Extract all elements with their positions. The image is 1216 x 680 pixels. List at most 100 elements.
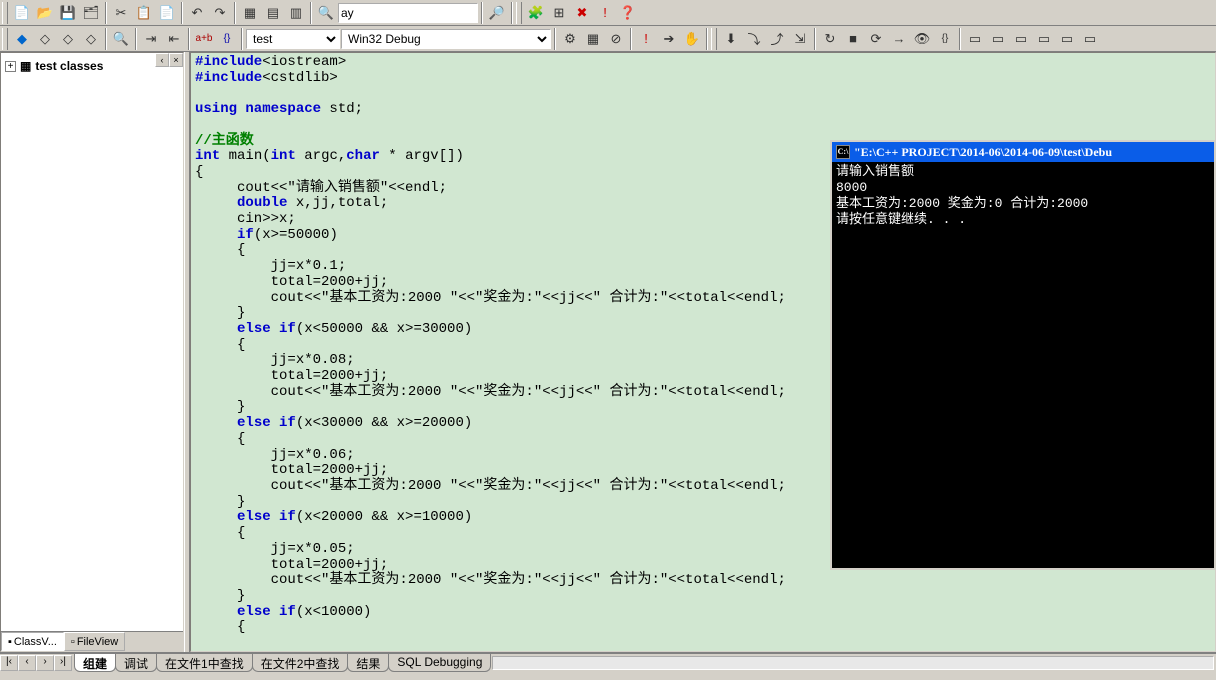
open-button[interactable]: 📂 xyxy=(34,2,56,24)
class-tree[interactable]: + ▦ test classes xyxy=(1,53,183,631)
tile-button[interactable]: ▥ xyxy=(285,2,307,24)
break-button[interactable]: ✋ xyxy=(681,28,703,50)
props-button[interactable]: ⊞ xyxy=(548,2,570,24)
outdent-button[interactable]: ⇤ xyxy=(163,28,185,50)
separator-icon xyxy=(630,28,632,50)
replace-button[interactable]: a+b xyxy=(193,28,215,50)
expand-icon[interactable]: + xyxy=(5,61,16,72)
output-tab[interactable]: 结果 xyxy=(347,654,389,672)
tab-class-view[interactable]: ▪ClassV... xyxy=(1,632,64,651)
save-button[interactable]: 💾 xyxy=(57,2,79,24)
quick-watch-button[interactable]: 👁 xyxy=(911,28,933,50)
next-bookmark-button[interactable]: ◇ xyxy=(57,28,79,50)
output-tab[interactable]: 在文件2中查找 xyxy=(252,654,349,672)
console-window[interactable]: C:\ "E:\C++ PROJECT\2014-06\2014-06-09\t… xyxy=(830,140,1216,570)
compile-button[interactable]: ⚙ xyxy=(559,28,581,50)
separator-icon xyxy=(959,28,961,50)
output-tab[interactable]: SQL Debugging xyxy=(388,654,491,672)
variables-button[interactable]: ▭ xyxy=(1033,28,1055,50)
find-button[interactable]: 🔍 xyxy=(110,28,132,50)
separator-icon xyxy=(706,28,708,50)
find-in-files-button[interactable]: 🔍 xyxy=(315,2,337,24)
step-into-button[interactable]: ⬇ xyxy=(720,28,742,50)
stop-debug-button[interactable]: ■ xyxy=(842,28,864,50)
redo-button[interactable]: ↷ xyxy=(209,2,231,24)
output-tab[interactable]: 在文件1中查找 xyxy=(156,654,253,672)
grip-icon[interactable] xyxy=(516,2,522,24)
separator-icon xyxy=(310,2,312,24)
window-list-button[interactable]: ▤ xyxy=(262,2,284,24)
grip-icon[interactable] xyxy=(2,28,8,50)
registers-button[interactable]: ▭ xyxy=(964,28,986,50)
callstack-button[interactable]: ▭ xyxy=(1010,28,1032,50)
step-out-button[interactable]: ⤴ xyxy=(766,28,788,50)
copy-button[interactable]: 📋 xyxy=(133,2,155,24)
stop-build-button[interactable]: ⊘ xyxy=(605,28,627,50)
search-button[interactable]: 🔎 xyxy=(486,2,508,24)
show-next-button[interactable]: → xyxy=(888,28,910,50)
scroll-next-button[interactable]: › xyxy=(36,655,54,671)
class-view-pane: ‹ × + ▦ test classes ▪ClassV... ▫FileVie… xyxy=(0,52,184,652)
find-input[interactable] xyxy=(338,3,478,23)
close-pane-button[interactable]: × xyxy=(169,53,183,67)
undo-button[interactable]: ↶ xyxy=(186,2,208,24)
build-button[interactable]: ▦ xyxy=(582,28,604,50)
apply-changes-button[interactable]: ⟳ xyxy=(865,28,887,50)
output-tab[interactable]: 调试 xyxy=(115,654,157,672)
separator-icon xyxy=(241,28,243,50)
grip-icon[interactable] xyxy=(711,28,717,50)
scroll-prev-button[interactable]: ‹ xyxy=(18,655,36,671)
prev-bookmark-button[interactable]: ◇ xyxy=(34,28,56,50)
console-title-bar[interactable]: C:\ "E:\C++ PROJECT\2014-06\2014-06-09\t… xyxy=(832,142,1214,162)
clear-bookmarks-button[interactable]: ◇ xyxy=(80,28,102,50)
save-all-button[interactable]: 🗂 xyxy=(80,2,102,24)
brace-button[interactable]: {} xyxy=(216,28,238,50)
file-icon: ▫ xyxy=(71,636,75,648)
help-button[interactable]: ❓ xyxy=(617,2,639,24)
class-icon: ▪ xyxy=(8,636,12,648)
tree-root-label: test classes xyxy=(35,59,103,73)
run-to-cursor-button[interactable]: ⇲ xyxy=(789,28,811,50)
info-button[interactable]: ! xyxy=(594,2,616,24)
tab-label: FileView xyxy=(77,636,118,648)
paste-button[interactable]: 📄 xyxy=(156,2,178,24)
grip-icon[interactable] xyxy=(2,2,8,24)
memory-button[interactable]: ▭ xyxy=(987,28,1009,50)
bookmark-button[interactable]: ◆ xyxy=(11,28,33,50)
separator-icon xyxy=(105,28,107,50)
watch-button[interactable]: {} xyxy=(934,28,956,50)
separator-icon xyxy=(511,2,513,24)
console-title: "E:\C++ PROJECT\2014-06\2014-06-09\test\… xyxy=(854,144,1112,160)
scroll-first-button[interactable]: |‹ xyxy=(0,655,18,671)
separator-icon xyxy=(181,2,183,24)
clear-button[interactable]: ✖ xyxy=(571,2,593,24)
config-select[interactable]: Win32 Debug xyxy=(341,29,551,49)
separator-icon xyxy=(188,28,190,50)
restart-button[interactable]: ↻ xyxy=(819,28,841,50)
scroll-track[interactable] xyxy=(492,656,1214,670)
new-file-button[interactable]: 📄 xyxy=(11,2,33,24)
indent-button[interactable]: ⇥ xyxy=(140,28,162,50)
workspace-button[interactable]: ▦ xyxy=(239,2,261,24)
output-button[interactable]: ▭ xyxy=(1079,28,1101,50)
step-over-button[interactable]: ⤵ xyxy=(743,28,765,50)
cut-button[interactable]: ✂ xyxy=(110,2,132,24)
toolbar-row-2: ◆ ◇ ◇ ◇ 🔍 ⇥ ⇤ a+b {} test Win32 Debug ⚙ … xyxy=(0,26,1216,52)
separator-icon xyxy=(105,2,107,24)
resource-button[interactable]: 🧩 xyxy=(525,2,547,24)
separator-icon xyxy=(554,28,556,50)
minimize-pane-button[interactable]: ‹ xyxy=(155,53,169,67)
go-button[interactable]: ! xyxy=(635,28,657,50)
scroll-last-button[interactable]: ›| xyxy=(54,655,72,671)
output-tab[interactable]: 组建 xyxy=(74,654,116,672)
execute-button[interactable]: ➔ xyxy=(658,28,680,50)
toolbar-row-1: 📄 📂 💾 🗂 ✂ 📋 📄 ↶ ↷ ▦ ▤ ▥ 🔍 🔎 🧩 ⊞ ✖ ! ❓ xyxy=(0,0,1216,26)
tree-root-node[interactable]: + ▦ test classes xyxy=(5,59,179,73)
folder-icon: ▦ xyxy=(20,59,31,73)
sidebar-tabs: ▪ClassV... ▫FileView xyxy=(1,631,183,651)
tab-file-view[interactable]: ▫FileView xyxy=(64,632,125,651)
disasm-button[interactable]: ▭ xyxy=(1056,28,1078,50)
separator-icon xyxy=(814,28,816,50)
project-select[interactable]: test xyxy=(246,29,340,49)
console-output: 请输入销售额8000基本工资为:2000 奖金为:0 合计为:2000请按任意键… xyxy=(832,162,1214,230)
